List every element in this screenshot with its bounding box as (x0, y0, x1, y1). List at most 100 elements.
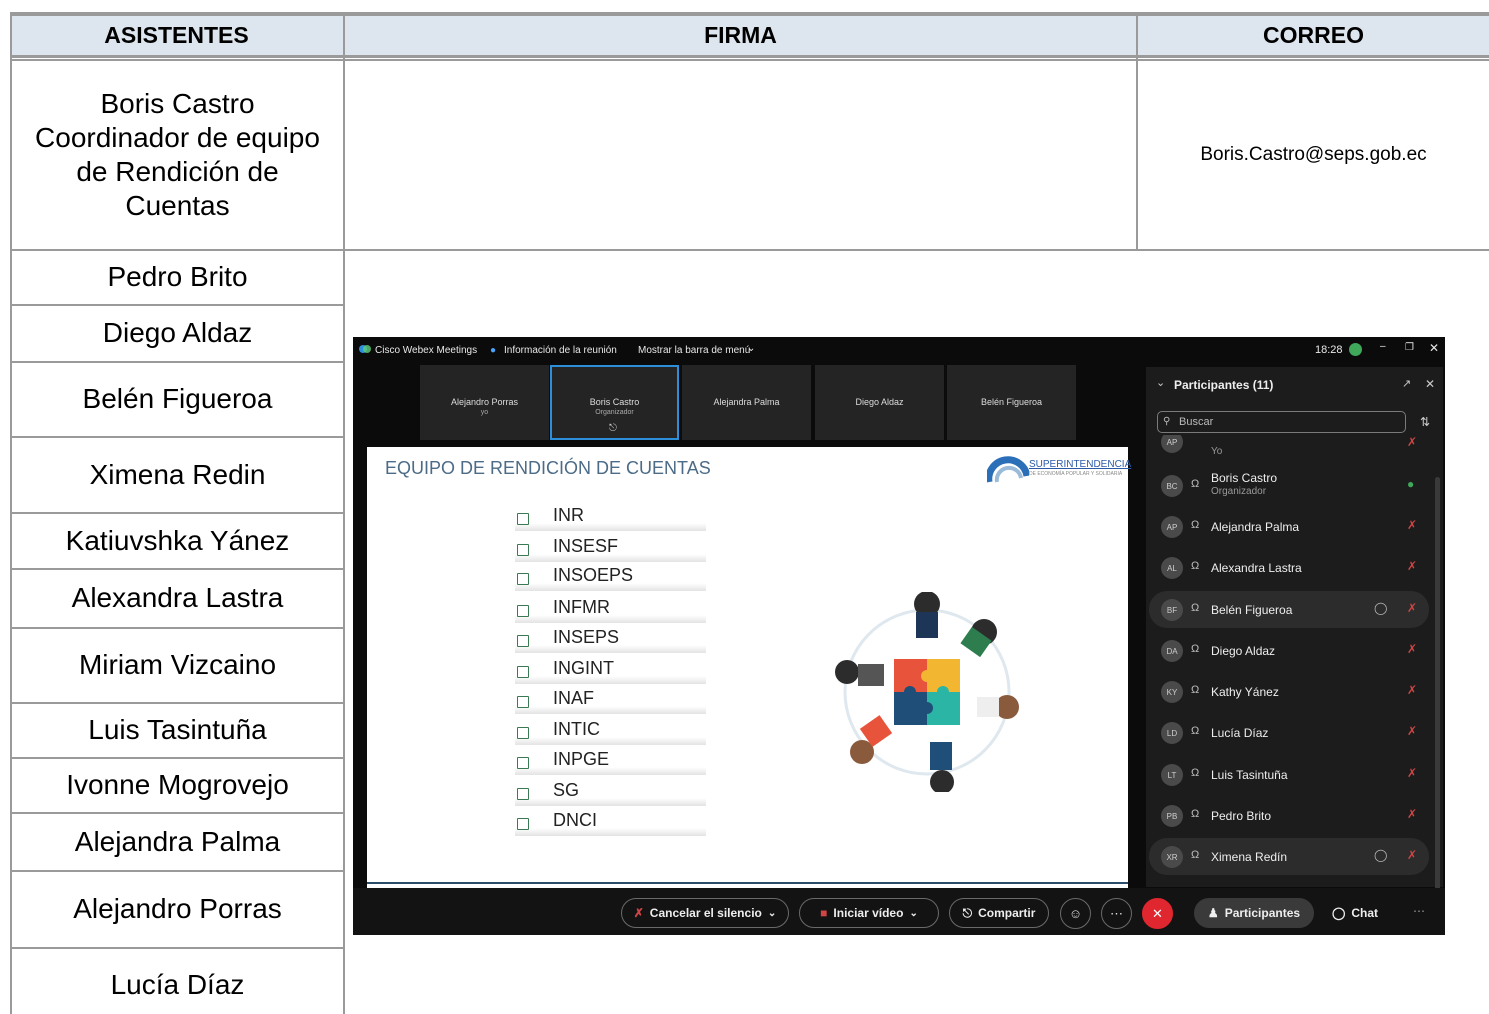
attendee-role-line: de Rendición de (76, 156, 279, 187)
avatar: AP (1161, 516, 1183, 538)
headset-icon: Ω (1191, 478, 1200, 490)
popout-icon[interactable]: ↗ (1402, 377, 1411, 390)
avatar: LT (1161, 764, 1183, 786)
mic-muted-icon[interactable]: ✗ (1407, 683, 1417, 697)
attendee-name: Pedro Brito (107, 261, 248, 293)
participant-sub: Yo (1211, 446, 1223, 457)
mic-muted-icon[interactable]: ✗ (1407, 642, 1417, 656)
thumb-name: Diego Aldaz (855, 397, 904, 407)
header-asistentes: ASISTENTES (10, 16, 343, 58)
more-options-icon[interactable]: ⋯ (1101, 898, 1132, 929)
headset-icon: Ω (1191, 767, 1200, 779)
avatar: BF (1161, 599, 1183, 621)
headset-icon: Ω (1191, 849, 1200, 861)
unmute-button[interactable]: ✗ Cancelar el silencio ⌄ (621, 898, 789, 928)
item-label: INGINT (553, 658, 614, 678)
webex-meeting-screenshot: Cisco Webex Meetings ● Información de la… (353, 337, 1445, 935)
reactions-icon[interactable]: ☺ (1060, 898, 1091, 929)
participant-name: Diego Aldaz (1211, 644, 1276, 658)
close-icon[interactable]: ✕ (1429, 341, 1439, 355)
video-thumb[interactable]: Alejandra Palma (682, 365, 811, 440)
avatar: KY (1161, 681, 1183, 703)
video-thumb[interactable]: Belén Figueroa (947, 365, 1076, 440)
restore-icon[interactable]: ❐ (1405, 342, 1414, 353)
participant-search-input[interactable]: Buscar (1157, 411, 1406, 433)
attendee-name: Belén Figueroa (82, 383, 273, 415)
menu-bar-toggle[interactable]: Mostrar la barra de menú (638, 345, 750, 356)
participants-button[interactable]: ♟ Participantes (1194, 898, 1314, 928)
headset-icon: Ω (1191, 643, 1200, 655)
participant-row[interactable]: AP Yo ✗ (1149, 435, 1429, 461)
mic-muted-icon[interactable]: ✗ (1407, 559, 1417, 573)
header-correo: CORREO (1138, 16, 1489, 58)
checkbox-icon (517, 696, 529, 708)
start-video-button[interactable]: ■ Iniciar vídeo ⌄ (799, 898, 939, 928)
mic-muted-icon[interactable]: ✗ (1407, 435, 1417, 449)
participant-row[interactable]: XR Ω Ximena Redín ◯ ✗ (1149, 838, 1429, 875)
scrollbar[interactable] (1435, 477, 1440, 897)
sort-icon[interactable]: ⇅ (1420, 415, 1430, 429)
item-label: INR (553, 505, 584, 525)
attendee-name: Alexandra Lastra (71, 582, 284, 614)
overflow-menu-icon[interactable]: ⋯ (1413, 904, 1425, 918)
slide-list-item: INFMR (515, 597, 706, 623)
item-label: INAF (553, 688, 595, 708)
slide-list-item: INSEPS (515, 627, 706, 653)
thumb-sub: Organizador (595, 409, 634, 416)
participant-name: Alejandra Palma (1211, 520, 1300, 534)
share-button[interactable]: ⎋ Compartir (949, 898, 1049, 928)
unmute-label: Cancelar el silencio (649, 906, 762, 920)
chevron-down-icon[interactable]: ⌄ (1156, 376, 1165, 389)
participant-row[interactable]: PB Ω Pedro Brito ✗ (1149, 797, 1429, 834)
video-off-icon: ■ (820, 906, 828, 920)
mic-muted-icon[interactable]: ✗ (1407, 848, 1417, 862)
participant-row[interactable]: LT Ω Luis Tasintuña ✗ (1149, 756, 1429, 793)
slide-list-item: INTIC (515, 719, 706, 745)
participant-row[interactable]: BC Ω Boris Castro Organizador ● (1149, 467, 1429, 504)
participant-name: Kathy Yánez (1211, 685, 1279, 699)
webex-title-bar: Cisco Webex Meetings ● Información de la… (353, 337, 1445, 363)
participant-sub: Organizador (1211, 486, 1267, 497)
video-thumb-active[interactable]: Boris Castro Organizador ⎋ (550, 365, 679, 440)
slide-list-item: INR (515, 505, 706, 531)
item-label: INSESF (553, 536, 619, 556)
mic-muted-icon[interactable]: ✗ (1407, 724, 1417, 738)
item-label: INFMR (553, 597, 610, 617)
institution-logo-icon (987, 456, 1029, 483)
attendee-name: Luis Tasintuña (88, 714, 267, 746)
participant-row[interactable]: BF Ω Belén Figueroa ◯ ✗ (1149, 591, 1429, 628)
attendee-name: Alejandra Palma (74, 825, 281, 857)
slide-list-item: INPGE (515, 749, 706, 775)
mic-muted-icon[interactable]: ✗ (1407, 518, 1417, 532)
mic-muted-icon[interactable]: ✗ (1407, 807, 1417, 821)
meeting-info-link[interactable]: Información de la reunión (504, 345, 617, 356)
chevron-down-icon: ⌄ (767, 907, 777, 919)
slide-list-item: INSESF (515, 536, 706, 562)
close-panel-icon[interactable]: ✕ (1425, 377, 1435, 391)
mic-muted-icon[interactable]: ✗ (1407, 766, 1417, 780)
end-call-icon[interactable]: ✕ (1142, 898, 1173, 929)
item-label: INSEPS (553, 627, 620, 647)
slide-list-item: INSOEPS (515, 565, 706, 591)
video-thumb[interactable]: Diego Aldaz (815, 365, 944, 440)
avatar: PB (1161, 805, 1183, 827)
shared-slide: EQUIPO DE RENDICIÓN DE CUENTAS SUPERINTE… (367, 447, 1131, 888)
chevron-down-icon: ⌄ (747, 343, 756, 354)
mic-muted-icon[interactable]: ✗ (1407, 601, 1417, 615)
participant-row[interactable]: KY Ω Kathy Yánez ✗ (1149, 673, 1429, 710)
chat-bubble-icon[interactable]: ◯ (1374, 848, 1387, 862)
participant-name: Ximena Redín (1211, 850, 1288, 864)
webex-logo-icon (359, 345, 371, 353)
mic-on-icon[interactable]: ● (1407, 477, 1414, 491)
participant-row[interactable]: AL Ω Alexandra Lastra ✗ (1149, 549, 1429, 586)
chat-bubble-icon[interactable]: ◯ (1374, 601, 1387, 615)
network-status-icon (1349, 343, 1362, 356)
participant-row[interactable]: AP Ω Alejandra Palma ✗ (1149, 508, 1429, 545)
chat-button[interactable]: ◯ Chat (1325, 898, 1385, 928)
video-thumb[interactable]: Alejandro Porras yo (420, 365, 549, 440)
participant-row[interactable]: LD Ω Lucía Díaz ✗ (1149, 714, 1429, 751)
participant-row[interactable]: DA Ω Diego Aldaz ✗ (1149, 632, 1429, 669)
teamwork-puzzle-illustration (835, 592, 1019, 792)
share-label: Compartir (978, 906, 1036, 920)
minimize-icon[interactable]: – (1380, 341, 1386, 352)
